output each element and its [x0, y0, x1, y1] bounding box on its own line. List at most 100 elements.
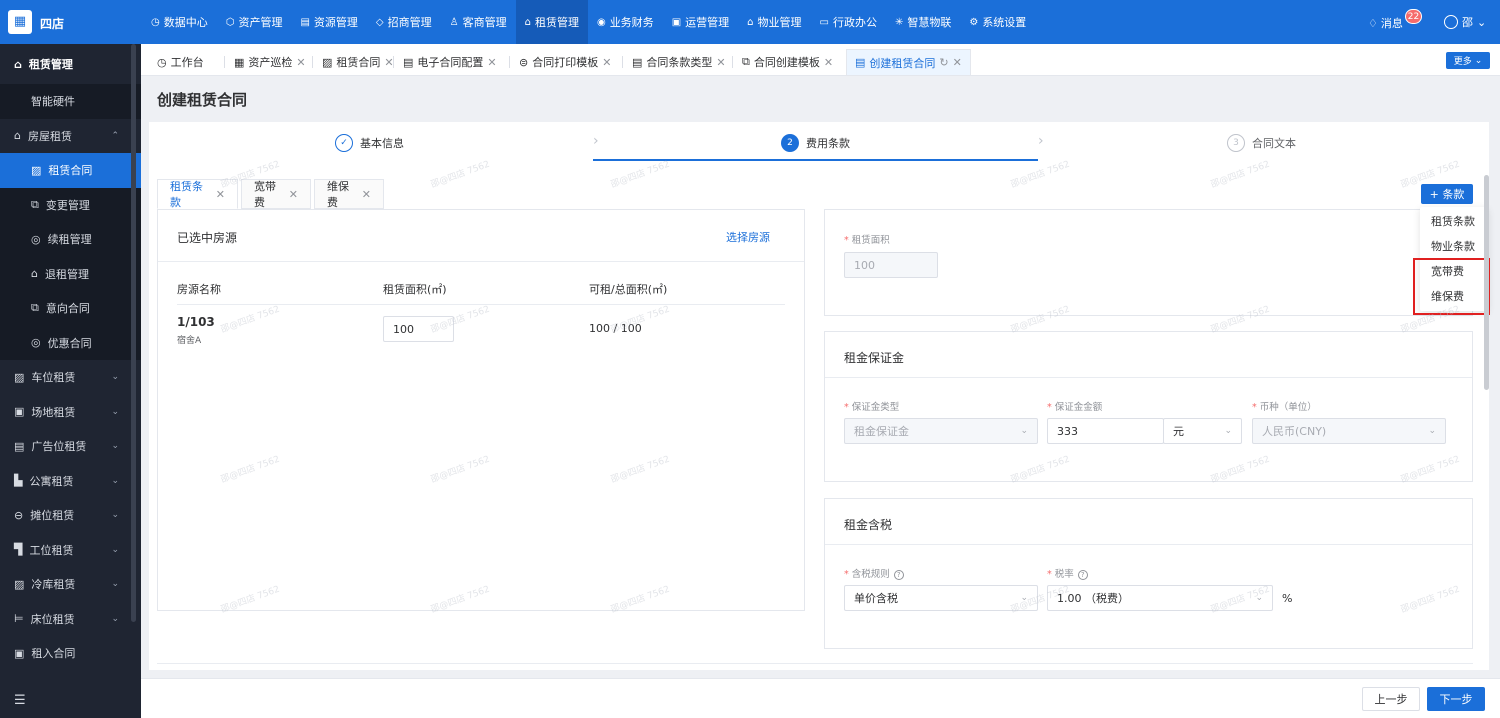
sidebar-item[interactable]: ▤ 广告位租赁 ⌄	[0, 429, 141, 464]
sidebar-icon: ▤	[14, 439, 25, 453]
top-nav-bar: ▦ 四店 ◷ 数据中心 ⬡ 资产管理 ▤ 资源管理 ◇ 招商管理 ♙ 客商管理 ⌂ 租赁管理 ◉ 业务财务…	[0, 0, 1500, 44]
menu-collapse-icon[interactable]: ☰	[14, 693, 26, 708]
building-icon[interactable]: ▦	[8, 10, 32, 34]
nav-item[interactable]: ⚙ 系统设置	[960, 0, 1035, 44]
chevron-icon: ⌄	[111, 406, 119, 417]
nav-item[interactable]: ♙ 客商管理	[441, 0, 516, 44]
tax-rate-select[interactable]: 1.00 （税费） ⌄	[1047, 585, 1273, 611]
sidebar-item[interactable]: ⌂ 退租管理	[0, 256, 141, 291]
clause-tab-broadband[interactable]: 宽带费 ✕	[241, 179, 311, 209]
close-icon[interactable]: ✕	[289, 188, 298, 201]
user-name: 邵	[1462, 16, 1473, 29]
page-tab[interactable]: ▤ 创建租赁合同 ↻ ✕	[846, 49, 971, 75]
close-icon[interactable]: ✕	[216, 188, 225, 201]
nav-item[interactable]: ✳ 智慧物联	[886, 0, 960, 44]
close-icon[interactable]: ✕	[487, 56, 496, 69]
lease-area-input[interactable]: 100	[383, 316, 454, 342]
more-tabs-button[interactable]: 更多 ⌄	[1446, 52, 1490, 69]
menu-item-rent-clause[interactable]: 租赁条款	[1420, 209, 1488, 234]
step-contract-text[interactable]: 3 合同文本	[1227, 134, 1296, 152]
tax-rate-label: * 税率?	[1047, 566, 1088, 580]
refresh-icon[interactable]: ↻	[939, 56, 948, 69]
sidebar-item[interactable]: ◎ 优惠合同	[0, 325, 141, 360]
close-icon[interactable]: ✕	[824, 56, 833, 69]
close-icon[interactable]: ✕	[296, 56, 305, 69]
sidebar-item[interactable]: ⊨ 床位租赁 ⌄	[0, 602, 141, 637]
sidebar-item[interactable]: ⧉ 变更管理	[0, 187, 141, 222]
deposit-unit-select[interactable]: 元 ⌄	[1163, 418, 1242, 444]
select-room-link[interactable]: 选择房源	[726, 229, 770, 245]
page-tab[interactable]: ▦ 资产巡检 ✕	[226, 49, 314, 75]
sidebar-scrollbar[interactable]	[131, 44, 136, 622]
page-tabs-bar: ◷ 工作台 ▦ 资产巡检 ✕ ▨ 租赁合同 ✕ ▤ 电子合同配置 ✕ ⊜ 合同打印模板 ✕ ▤ 合同条款类型 ✕…	[141, 44, 1500, 76]
close-icon[interactable]: ✕	[362, 188, 371, 201]
close-icon[interactable]: ✕	[602, 56, 611, 69]
nav-item[interactable]: ◷ 数据中心	[142, 0, 217, 44]
deposit-amount-input[interactable]: 333	[1047, 418, 1164, 444]
sidebar-item-label: 场地租赁	[31, 405, 76, 419]
messages-label: 消息	[1380, 17, 1403, 30]
sidebar-item[interactable]: ▨ 租赁合同	[0, 153, 141, 188]
page-tab[interactable]: ◷ 工作台	[149, 49, 212, 75]
main-scrollbar[interactable]	[1484, 175, 1489, 390]
sidebar-item[interactable]: ⧉ 意向合同	[0, 291, 141, 326]
page-tab[interactable]: ▤ 电子合同配置 ✕	[395, 49, 505, 75]
page-tab[interactable]: ▨ 租赁合同 ✕	[314, 49, 402, 75]
tab-separator	[622, 56, 623, 68]
tax-rule-label: * 含税规则?	[844, 566, 904, 580]
tax-rule-select[interactable]: 单价含税 ⌄	[844, 585, 1038, 611]
sidebar-item[interactable]: 智能硬件	[0, 84, 141, 119]
close-icon[interactable]: ✕	[953, 56, 962, 69]
sidebar-item[interactable]: ⌂ 房屋租赁 ⌃	[0, 119, 141, 154]
sidebar-item[interactable]: ▨ 冷库租赁 ⌄	[0, 567, 141, 602]
watermark: 邵@四店 7562	[1209, 159, 1272, 191]
step-fee-terms[interactable]: 2 费用条款	[781, 134, 850, 152]
close-icon[interactable]: ✕	[716, 56, 725, 69]
nav-icon: ▭	[819, 16, 829, 28]
clause-tab-rent[interactable]: 租赁条款 ✕	[157, 179, 238, 209]
chevron-down-icon: ⌄	[1020, 593, 1028, 603]
deposit-type-select[interactable]: 租金保证金 ⌄	[844, 418, 1038, 444]
add-clause-button[interactable]: + 条款	[1421, 184, 1473, 204]
sidebar-item[interactable]: ⊖ 摊位租赁 ⌄	[0, 498, 141, 533]
nav-item[interactable]: ▤ 资源管理	[291, 0, 366, 44]
chevron-down-icon: ⌄	[1255, 593, 1263, 603]
nav-item[interactable]: ⬡ 资产管理	[217, 0, 292, 44]
clause-tab-maintenance[interactable]: 维保费 ✕	[314, 179, 384, 209]
currency-select[interactable]: 人民币(CNY) ⌄	[1252, 418, 1446, 444]
sidebar-item[interactable]: ▣ 租入合同	[0, 636, 141, 671]
lease-area-card: * 租赁面积 100	[824, 209, 1473, 316]
nav-item[interactable]: ◉ 业务财务	[588, 0, 663, 44]
nav-item[interactable]: ◇ 招商管理	[367, 0, 441, 44]
nav-icon: ◇	[375, 16, 384, 28]
chevron-down-icon: ⌄	[1474, 55, 1483, 66]
sidebar-item[interactable]: ▜ 工位租赁 ⌄	[0, 533, 141, 568]
sidebar-item[interactable]: ▙ 公寓租赁 ⌄	[0, 464, 141, 499]
user-menu[interactable]: 邵 ⌄	[1444, 14, 1486, 30]
prev-step-button[interactable]: 上一步	[1362, 687, 1420, 711]
nav-item[interactable]: ⌂ 物业管理	[738, 0, 810, 44]
sidebar-item[interactable]: ▣ 场地租赁 ⌄	[0, 395, 141, 430]
sidebar-item[interactable]: ▨ 车位租赁 ⌄	[0, 360, 141, 395]
nav-label: 智慧物联	[907, 16, 952, 29]
sidebar-item[interactable]: ◎ 续租管理	[0, 222, 141, 257]
select-value: 1.00 （税费）	[1057, 592, 1129, 605]
menu-item-property-clause[interactable]: 物业条款	[1420, 234, 1488, 259]
messages-button[interactable]: ♢ 消息	[1368, 15, 1403, 31]
nav-item[interactable]: ▣ 运营管理	[663, 0, 738, 44]
page-tab[interactable]: ⊜ 合同打印模板 ✕	[511, 49, 619, 75]
step-basic-info[interactable]: ✓ 基本信息	[335, 134, 404, 152]
sidebar-item-label: 工位租赁	[29, 543, 74, 557]
lease-area-field[interactable]: 100	[844, 252, 938, 278]
tab-separator	[224, 56, 225, 68]
next-step-button[interactable]: 下一步	[1427, 687, 1485, 711]
step-number: 2	[781, 134, 799, 152]
page-tab[interactable]: ⧉ 合同创建模板 ✕	[734, 49, 841, 75]
tab-separator	[393, 56, 394, 68]
page-tab[interactable]: ▤ 合同条款类型 ✕	[624, 49, 734, 75]
nav-item[interactable]: ▭ 行政办公	[811, 0, 886, 44]
nav-item[interactable]: ⌂ 租赁管理	[515, 0, 588, 44]
card-title: 租金保证金	[844, 351, 905, 365]
tab-icon: ⧉	[742, 55, 750, 68]
home-icon: ⌂	[14, 57, 22, 71]
